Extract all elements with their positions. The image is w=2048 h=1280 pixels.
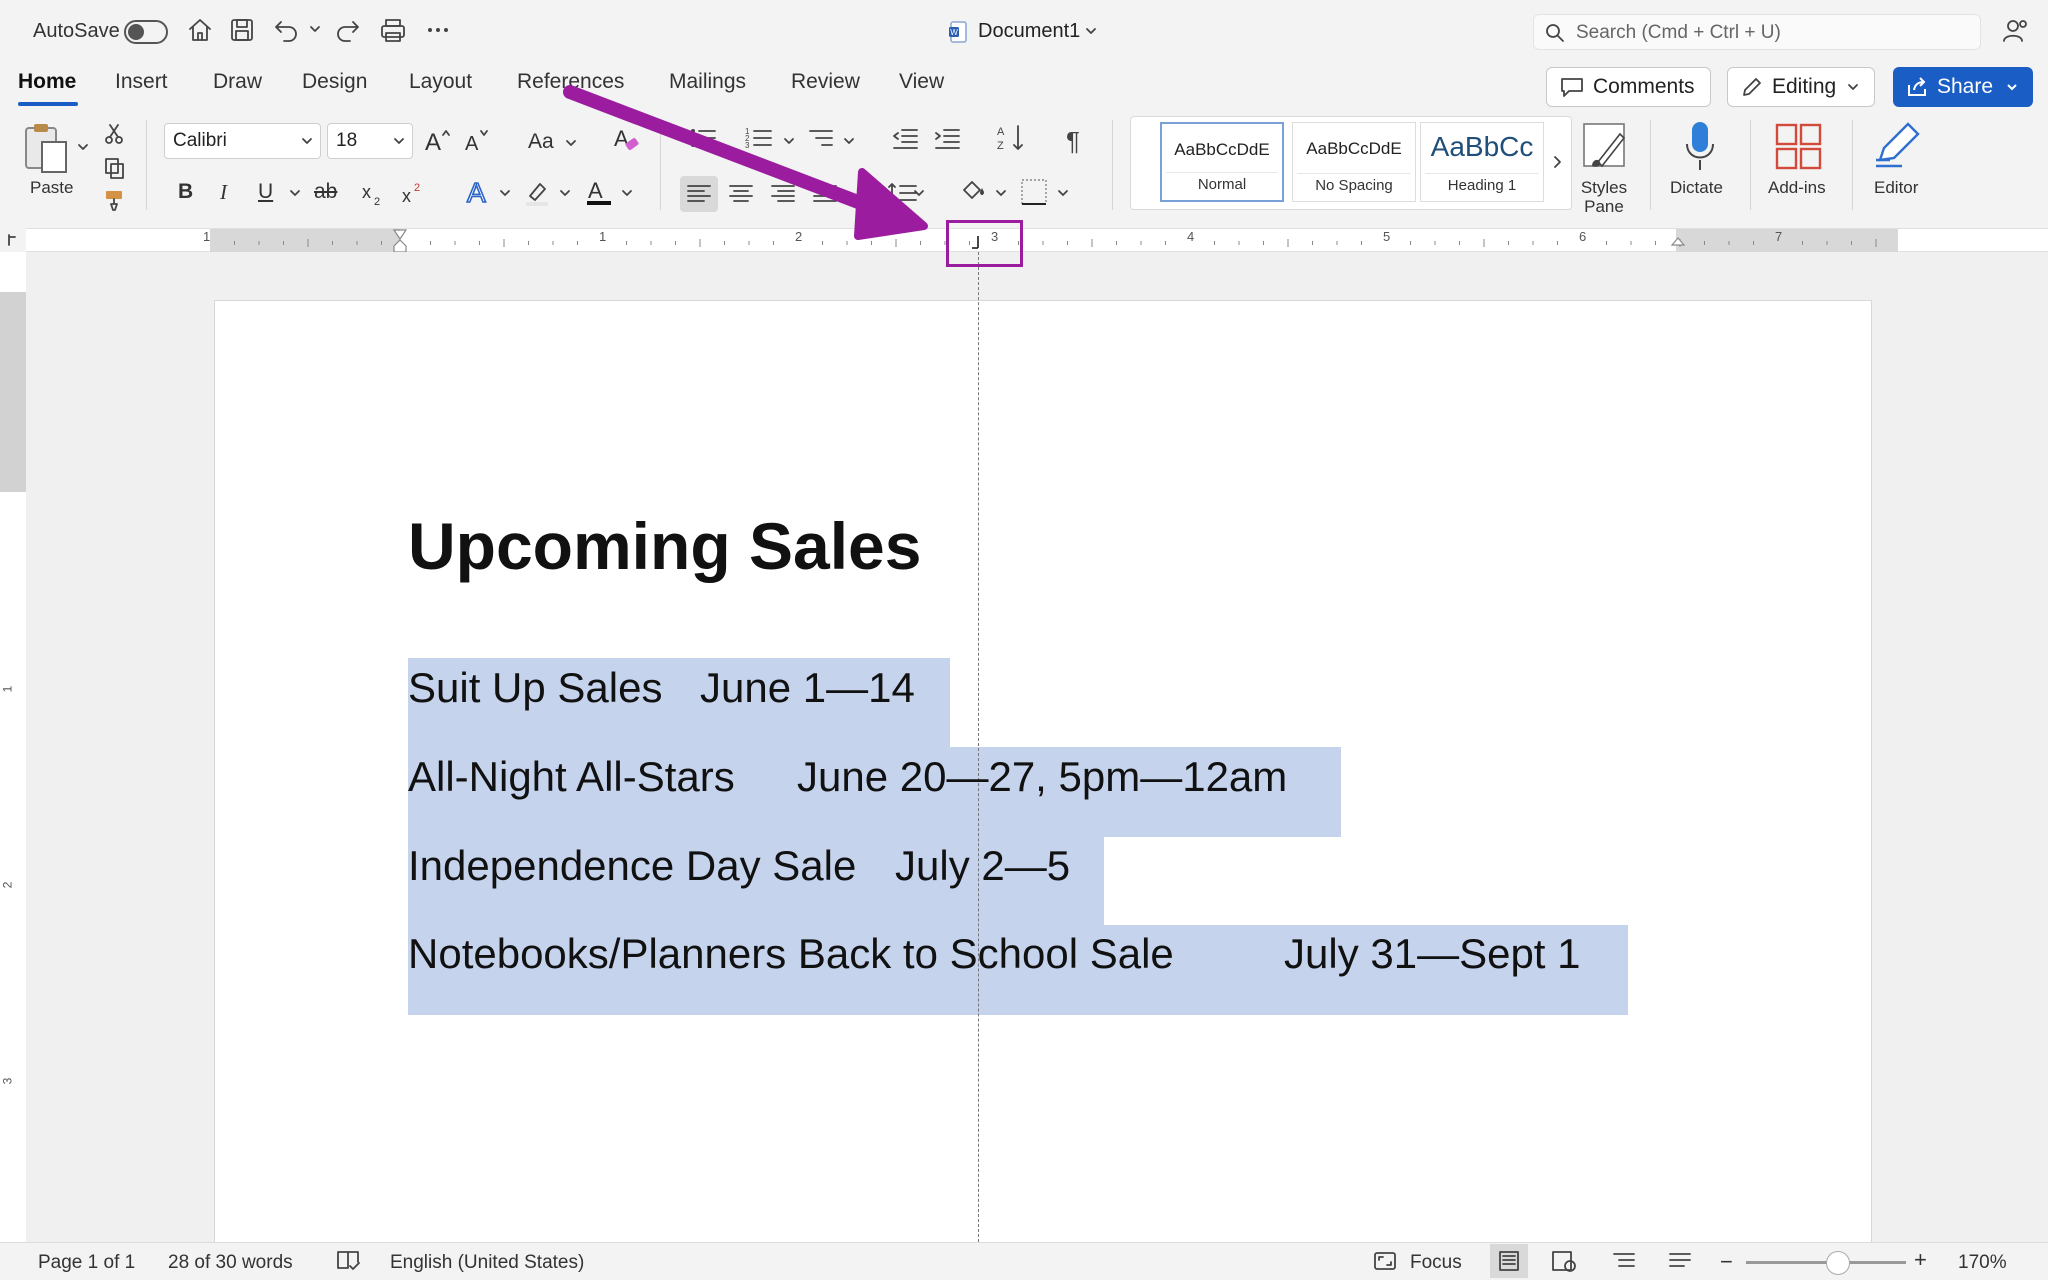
annotation-highlight-box xyxy=(946,220,1023,267)
print-layout-icon xyxy=(1499,1251,1519,1271)
page-count[interactable]: Page 1 of 1 xyxy=(38,1252,135,1274)
zoom-out-icon[interactable]: − xyxy=(1720,1249,1733,1275)
word-count[interactable]: 28 of 30 words xyxy=(168,1252,293,1274)
zoom-slider-thumb[interactable] xyxy=(1826,1251,1850,1275)
print-layout-button[interactable] xyxy=(1490,1244,1528,1278)
proofing-icon[interactable] xyxy=(334,1248,362,1274)
status-bar xyxy=(0,1242,2048,1280)
annotation-arrow-icon xyxy=(563,85,928,240)
zoom-in-icon[interactable]: + xyxy=(1914,1247,1927,1273)
language-indicator[interactable]: English (United States) xyxy=(390,1252,584,1274)
focus-icon[interactable] xyxy=(1372,1249,1398,1273)
outline-view-icon[interactable] xyxy=(1610,1248,1638,1274)
zoom-level[interactable]: 170% xyxy=(1958,1252,2007,1274)
focus-label[interactable]: Focus xyxy=(1410,1252,1462,1274)
web-layout-icon[interactable] xyxy=(1550,1248,1578,1274)
draft-view-icon[interactable] xyxy=(1666,1248,1694,1274)
